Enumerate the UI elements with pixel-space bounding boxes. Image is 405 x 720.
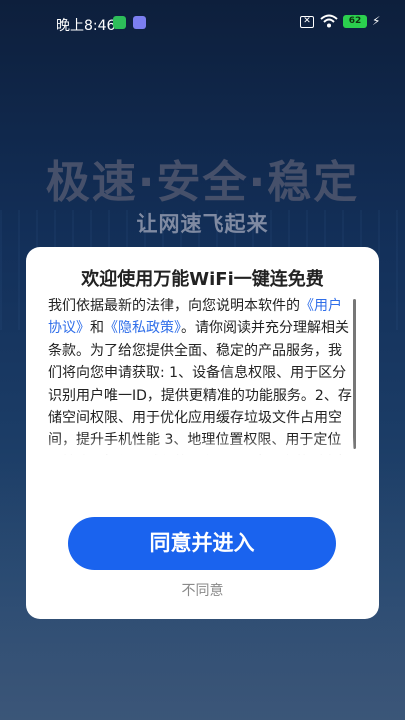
dialog-body[interactable]: 我们依据最新的法律，向您说明本软件的《用户协议》和《隐私政策》。请你阅读并充分理…	[48, 295, 354, 455]
body-text-and: 和	[90, 320, 104, 337]
dialog-title: 欢迎使用万能WiFi一键连免费	[81, 269, 324, 290]
dialog-scrollbar[interactable]	[353, 299, 356, 449]
privacy-dialog: 欢迎使用万能WiFi一键连免费 我们依据最新的法律，向您说明本软件的《用户协议》…	[26, 247, 379, 619]
dialog-fade	[48, 437, 354, 461]
app-icon-green	[113, 16, 126, 29]
body-text-2: 。请你阅读并充分理解相关条款。为了给您提供全面、稳定的产品服务，我们将向您申请获…	[48, 320, 352, 455]
hero-title: 极速·安全·稳定	[45, 157, 360, 208]
charging-icon: ⚡	[372, 14, 381, 28]
disagree-button[interactable]: 不同意	[26, 580, 379, 600]
close-box-icon: ✕	[300, 16, 314, 28]
body-text-1: 我们依据最新的法律，向您说明本软件的	[48, 298, 300, 314]
privacy-policy-link[interactable]: 《隐私政策》	[104, 320, 181, 336]
status-bar: 晚上8:46 ✕ 62 ⚡	[0, 0, 405, 46]
agree-button[interactable]: 同意并进入	[68, 517, 336, 570]
status-time: 晚上8:46	[56, 18, 116, 34]
hero-subtitle: 让网速飞起来	[136, 212, 269, 236]
app-icon-purple	[133, 16, 146, 29]
wifi-icon	[320, 14, 338, 32]
battery-icon: 62	[343, 15, 367, 28]
